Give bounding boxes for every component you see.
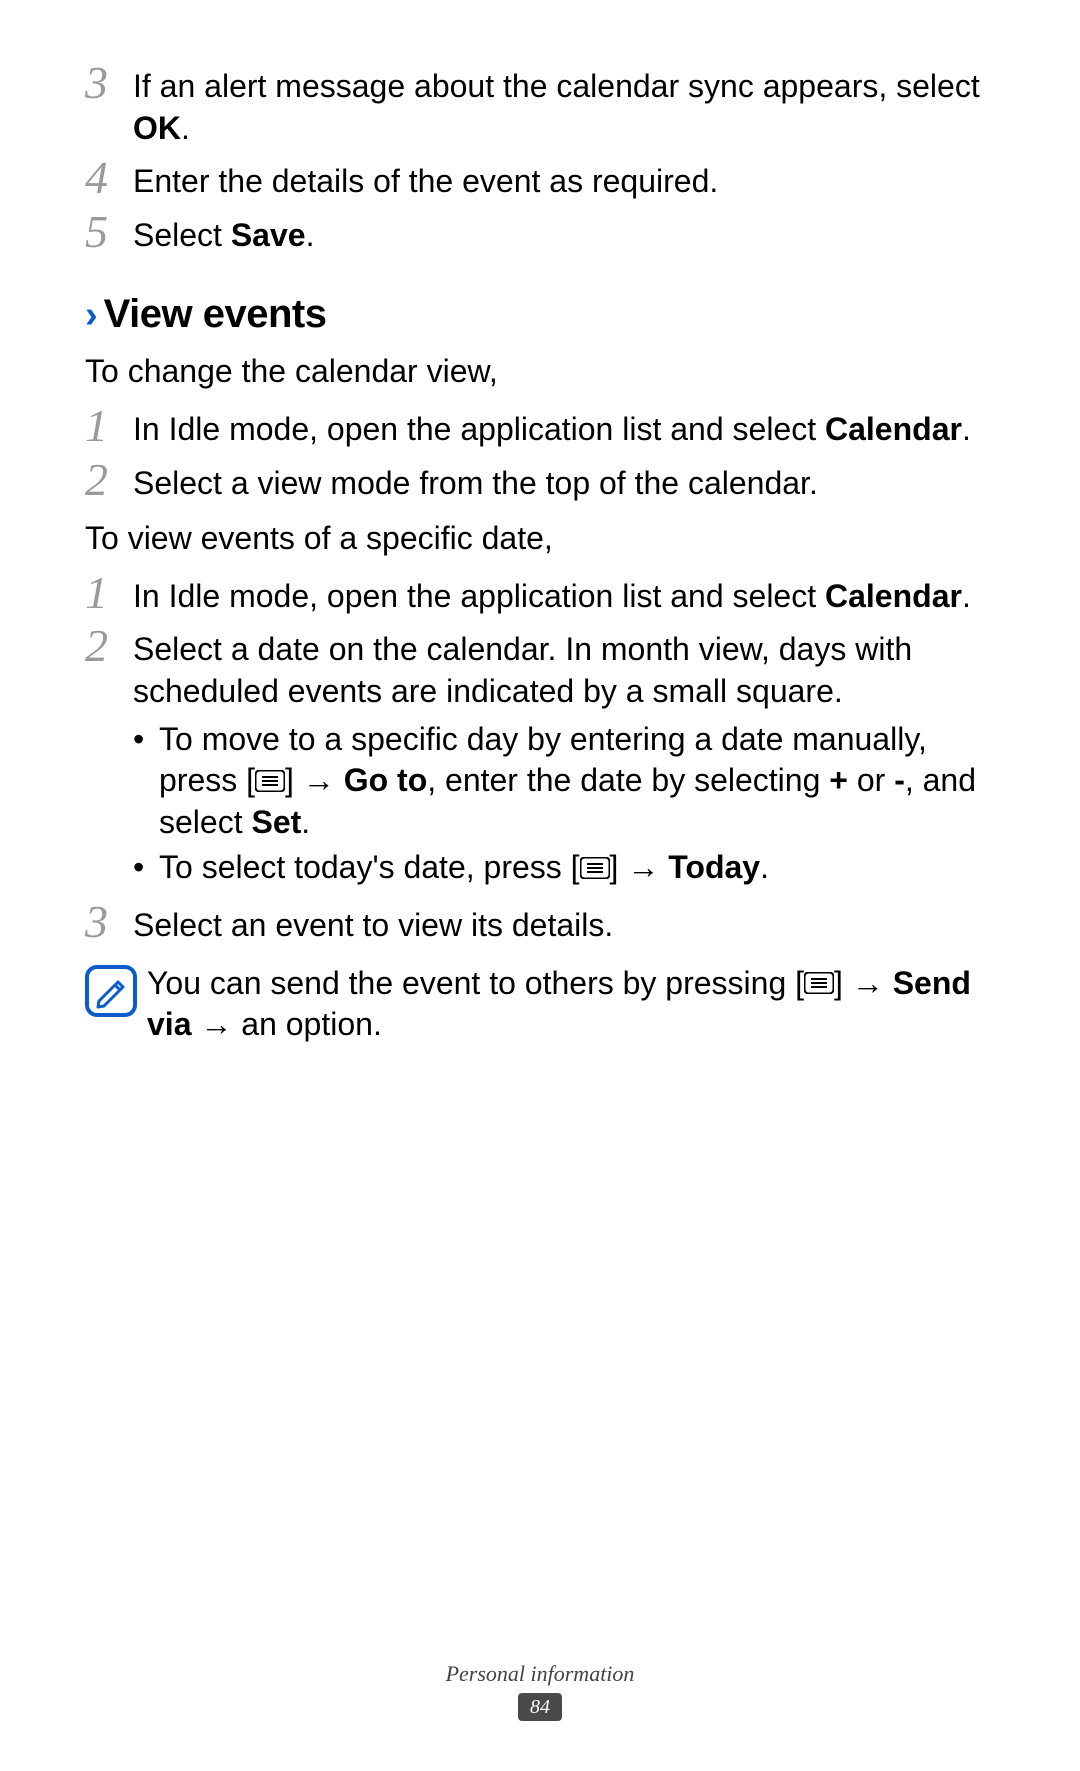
text: In Idle mode, open the application list … bbox=[133, 578, 825, 614]
intro-paragraph-2: To view events of a specific date, bbox=[85, 518, 995, 560]
text: If an alert message about the calendar s… bbox=[133, 68, 980, 104]
text: . bbox=[962, 578, 971, 614]
text: or bbox=[848, 762, 894, 798]
step-body: Select an event to view its details. bbox=[133, 899, 995, 947]
b-step-3: 3 Select an event to view its details. bbox=[85, 899, 995, 947]
step-number: 4 bbox=[85, 155, 133, 201]
text: ] → bbox=[834, 965, 893, 1001]
step-number: 3 bbox=[85, 60, 133, 106]
menu-icon bbox=[580, 857, 610, 879]
page-footer: Personal information 84 bbox=[0, 1661, 1080, 1721]
text: . bbox=[306, 217, 315, 253]
text: . bbox=[301, 804, 310, 840]
bold: + bbox=[829, 762, 848, 798]
bullet-today: • To select today's date, press [ ] → To… bbox=[133, 847, 995, 889]
note: You can send the event to others by pres… bbox=[85, 963, 995, 1046]
bullet-dot: • bbox=[133, 847, 159, 889]
manual-page: 3 If an alert message about the calendar… bbox=[0, 0, 1080, 1771]
b-step-1: 1 In Idle mode, open the application lis… bbox=[85, 570, 995, 618]
intro-paragraph: To change the calendar view, bbox=[85, 351, 995, 393]
text: . bbox=[760, 849, 769, 885]
note-body: You can send the event to others by pres… bbox=[141, 963, 995, 1046]
section-heading: › View events bbox=[85, 292, 995, 337]
step-number: 2 bbox=[85, 457, 133, 503]
text: ] → bbox=[285, 762, 344, 798]
bold: Save bbox=[231, 217, 306, 253]
step-number: 2 bbox=[85, 623, 133, 669]
text: Select bbox=[133, 217, 231, 253]
a-step-2: 2 Select a view mode from the top of the… bbox=[85, 457, 995, 505]
step-number: 1 bbox=[85, 403, 133, 449]
step-5: 5 Select Save. bbox=[85, 209, 995, 257]
step-3: 3 If an alert message about the calendar… bbox=[85, 60, 995, 149]
step-number: 1 bbox=[85, 570, 133, 616]
bullet-body: To move to a specific day by entering a … bbox=[159, 719, 995, 844]
menu-icon bbox=[804, 972, 834, 994]
text: To select today's date, press [ bbox=[159, 849, 580, 885]
bold: OK bbox=[133, 110, 181, 146]
step-body: If an alert message about the calendar s… bbox=[133, 60, 995, 149]
a-step-1: 1 In Idle mode, open the application lis… bbox=[85, 403, 995, 451]
bold: Calendar bbox=[825, 578, 962, 614]
menu-icon bbox=[255, 770, 285, 792]
step-body: Enter the details of the event as requir… bbox=[133, 155, 995, 203]
bold: Calendar bbox=[825, 411, 962, 447]
b-step-2: 2 Select a date on the calendar. In mont… bbox=[85, 623, 995, 712]
bold: Go to bbox=[344, 762, 428, 798]
note-icon bbox=[85, 963, 141, 1022]
bullet-body: To select today's date, press [ ] → Toda… bbox=[159, 847, 995, 889]
footer-section: Personal information bbox=[0, 1661, 1080, 1687]
bullet-dot: • bbox=[133, 719, 159, 761]
step-body: Select Save. bbox=[133, 209, 995, 257]
bold: - bbox=[894, 762, 905, 798]
text: You can send the event to others by pres… bbox=[147, 965, 804, 1001]
text: . bbox=[181, 110, 190, 146]
chevron-icon: › bbox=[85, 296, 98, 334]
text: . bbox=[962, 411, 971, 447]
page-number-badge: 84 bbox=[518, 1693, 562, 1721]
text: ] → bbox=[610, 849, 669, 885]
step-body: In Idle mode, open the application list … bbox=[133, 570, 995, 618]
step-body: Select a view mode from the top of the c… bbox=[133, 457, 995, 505]
step-body: In Idle mode, open the application list … bbox=[133, 403, 995, 451]
text: , enter the date by selecting bbox=[427, 762, 829, 798]
step-number: 3 bbox=[85, 899, 133, 945]
step-body: Select a date on the calendar. In month … bbox=[133, 623, 995, 712]
bold: Set bbox=[251, 804, 301, 840]
text: → an option. bbox=[191, 1006, 381, 1042]
step-number: 5 bbox=[85, 209, 133, 255]
bullet-goto: • To move to a specific day by entering … bbox=[133, 719, 995, 844]
text: In Idle mode, open the application list … bbox=[133, 411, 825, 447]
bold: Today bbox=[668, 849, 760, 885]
step-4: 4 Enter the details of the event as requ… bbox=[85, 155, 995, 203]
heading-text: View events bbox=[104, 292, 327, 337]
